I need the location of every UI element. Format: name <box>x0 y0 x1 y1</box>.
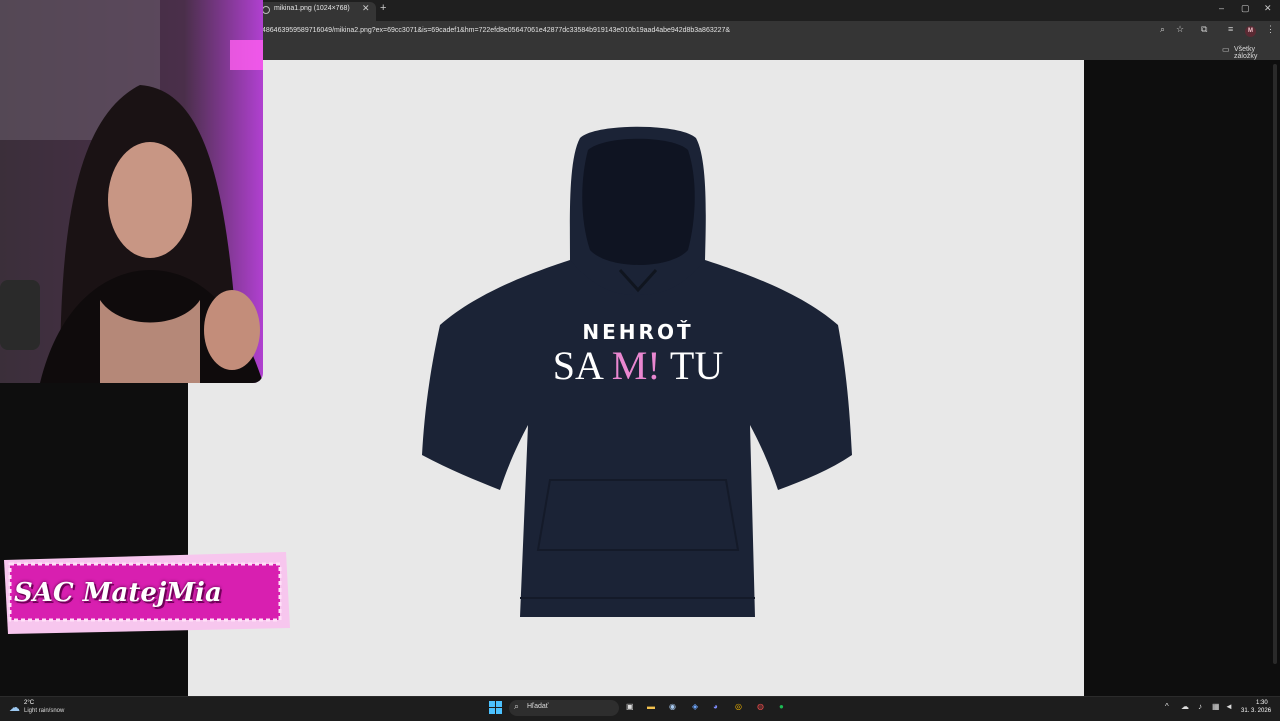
chrome-icon[interactable]: ◎ <box>735 702 742 711</box>
file-explorer-icon[interactable]: ▬ <box>647 702 655 711</box>
onedrive-icon[interactable]: ☁ <box>1181 702 1189 711</box>
app-red-icon[interactable]: ◍ <box>757 702 764 711</box>
microphone-icon[interactable]: ♪ <box>1198 702 1202 711</box>
maximize-button[interactable]: ▢ <box>1241 3 1250 14</box>
channel-banner: SAC MatejMia <box>0 550 290 634</box>
folder-icon: ▭ <box>1222 45 1230 54</box>
print-text-c: TU <box>660 343 724 388</box>
channel-name: SAC MatejMia <box>14 578 222 608</box>
menu-icon[interactable]: ⋮ <box>1266 24 1275 35</box>
windows-start-icon[interactable] <box>489 701 502 714</box>
address-bar[interactable]: 486463959589716049/mikina2.png?ex=69cc30… <box>262 27 730 34</box>
close-window-button[interactable]: ✕ <box>1264 3 1272 14</box>
print-text-a: SA <box>552 343 612 388</box>
taskbar-search-box[interactable] <box>509 700 619 716</box>
weather-condition[interactable]: Light rain/snow <box>24 708 64 714</box>
extensions-icon[interactable]: ⧉ <box>1201 24 1207 35</box>
hoodie-image: NEHROŤ SA M! TU <box>420 120 856 620</box>
profile-avatar[interactable]: M <box>1245 26 1256 37</box>
print-line-1: NEHROŤ <box>582 320 694 344</box>
zoom-icon[interactable]: ⌕ <box>1160 24 1165 35</box>
all-bookmarks-link[interactable]: Všetky záložky <box>1234 46 1280 60</box>
clock-time[interactable]: 1:30 <box>1256 700 1268 706</box>
volume-icon[interactable]: ◄ <box>1225 702 1233 711</box>
network-icon[interactable]: ▦ <box>1212 702 1220 711</box>
weather-icon[interactable]: ☁ <box>9 701 20 714</box>
weather-temperature[interactable]: 2°C <box>24 700 34 706</box>
tray-chevron-icon[interactable]: ^ <box>1165 702 1169 711</box>
task-view-icon[interactable]: ▣ <box>626 702 634 711</box>
webcam-feed <box>0 0 263 383</box>
app-icon[interactable]: ◈ <box>692 702 698 711</box>
scrollbar[interactable] <box>1273 64 1277 664</box>
search-icon: ⌕ <box>514 701 520 711</box>
print-line-2: SA M! TU <box>420 342 856 389</box>
star-icon[interactable]: ☆ <box>1176 24 1184 35</box>
media-icon[interactable]: ≡ <box>1228 24 1233 34</box>
search-placeholder: Hľadať <box>527 703 549 710</box>
spotify-icon[interactable]: ● <box>779 702 784 711</box>
steam-icon[interactable]: ◉ <box>669 702 676 711</box>
taskbar <box>0 696 1280 721</box>
discord-icon[interactable]: ◕ <box>713 702 718 711</box>
tab-title: mikina1.png (1024×768) <box>274 5 350 12</box>
new-tab-button[interactable]: + <box>380 2 386 14</box>
webcam-overlay <box>0 0 263 383</box>
minimize-button[interactable]: – <box>1219 3 1224 13</box>
print-text-accent: M! <box>611 343 661 388</box>
tab-favicon-icon <box>262 6 270 14</box>
tab-close-icon[interactable]: ✕ <box>362 3 370 14</box>
clock-date[interactable]: 31. 3. 2026 <box>1241 708 1271 714</box>
